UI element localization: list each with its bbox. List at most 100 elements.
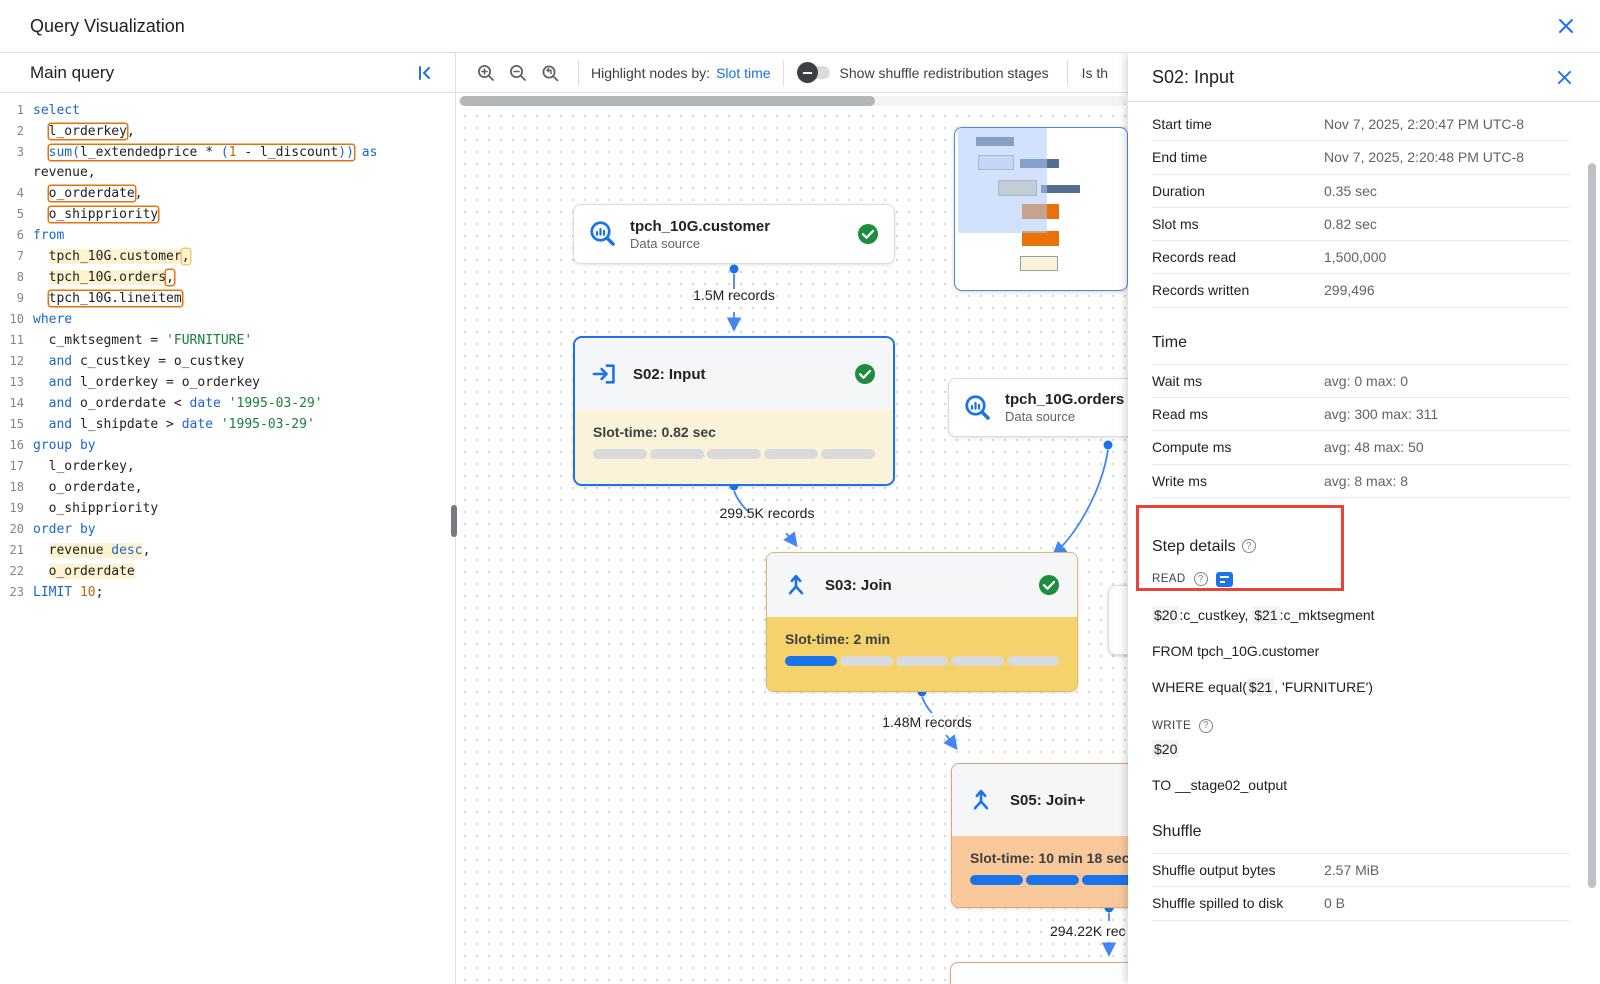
code-line: 6from xyxy=(4,225,451,246)
write-step-lines: $20 TO __stage02_output xyxy=(1152,741,1570,793)
main-query-title: Main query xyxy=(30,63,409,83)
collapse-panel-button[interactable] xyxy=(409,57,441,89)
highlight-mode-select[interactable]: Slot time xyxy=(716,65,770,81)
highlight-nodes-label: Highlight nodes by: xyxy=(591,65,710,81)
data-source-icon xyxy=(963,393,993,423)
node-subtitle: Data source xyxy=(1005,409,1143,424)
code-line: 11 c_mktsegment = 'FURNITURE' xyxy=(4,330,451,351)
splitter-drag-handle[interactable] xyxy=(451,505,457,537)
stage-slot-section: Slot-time: 0.82 sec xyxy=(575,410,893,484)
code-line: 17 l_orderkey, xyxy=(4,456,451,477)
node-tpch-10g-orders[interactable]: tpch_10G.orders Data source xyxy=(948,378,1158,437)
input-stage-icon xyxy=(591,361,617,387)
success-check-icon xyxy=(856,222,880,246)
node-title: tpch_10G.customer xyxy=(630,218,856,235)
help-icon[interactable]: ? xyxy=(1199,719,1213,733)
main-query-header: Main query xyxy=(0,53,455,93)
edge-label-records: 299.5K records xyxy=(692,505,842,521)
minimap-viewport[interactable] xyxy=(958,128,1047,233)
stage-summary-table: Start timeNov 7, 2025, 2:20:47 PM UTC-8E… xyxy=(1152,108,1570,308)
code-line: revenue, xyxy=(4,163,451,183)
code-line: 10where xyxy=(4,309,451,330)
step-detail-line: WHERE equal($21, 'FURNITURE') xyxy=(1152,679,1570,695)
close-visualization-button[interactable] xyxy=(1550,10,1582,42)
toggle-knob xyxy=(797,62,818,83)
minimap-node xyxy=(1020,256,1058,271)
stage-details-title: S02: Input xyxy=(1152,67,1548,88)
top-bar: Query Visualization xyxy=(0,0,1600,53)
detail-row: End timeNov 7, 2025, 2:20:48 PM UTC-8 xyxy=(1152,141,1570,174)
canvas-hscrollbar[interactable] xyxy=(458,96,1126,106)
step-detail-line: TO __stage02_output xyxy=(1152,777,1570,793)
help-icon[interactable]: ? xyxy=(1242,539,1256,553)
code-line: 3 sum(l_extendedprice * (1 - l_discount)… xyxy=(4,142,451,163)
node-s03-join[interactable]: S03: Join Slot-time: 2 min xyxy=(766,552,1078,692)
code-line: 23LIMIT 10; xyxy=(4,582,451,603)
read-step-lines: $20:c_custkey, $21:c_mktsegment FROM tpch… xyxy=(1152,607,1570,695)
read-step-caption: READ ? xyxy=(1152,572,1570,587)
join-merge-icon xyxy=(968,787,994,813)
code-line: 16group by xyxy=(4,435,451,456)
help-icon[interactable]: ? xyxy=(1194,572,1208,586)
detail-row: Start timeNov 7, 2025, 2:20:47 PM UTC-8 xyxy=(1152,108,1570,141)
close-details-button[interactable] xyxy=(1548,61,1580,93)
step-details-heading: Step details? xyxy=(1152,538,1570,556)
data-source-icon xyxy=(588,219,618,249)
success-check-icon xyxy=(1037,573,1061,597)
detail-row: Records read1,500,000 xyxy=(1152,241,1570,274)
code-line: 4 o_orderdate, xyxy=(4,183,451,204)
dag-minimap[interactable] xyxy=(954,127,1128,291)
panel-splitter[interactable] xyxy=(455,53,456,984)
feedback-link[interactable]: Is th xyxy=(1082,65,1122,81)
stage-details-body[interactable]: Start timeNov 7, 2025, 2:20:47 PM UTC-8E… xyxy=(1128,102,1600,982)
toolbar-divider xyxy=(1067,60,1068,86)
code-line: 22 o_orderdate xyxy=(4,561,451,582)
stage-slot-section: Slot-time: 2 min xyxy=(767,617,1077,691)
detail-row: Records written299,496 xyxy=(1152,274,1570,307)
details-vscrollbar-thumb[interactable] xyxy=(1588,163,1596,888)
detail-row: Read msavg: 300 max: 311 xyxy=(1152,398,1570,431)
time-section-heading: Time xyxy=(1152,334,1570,352)
code-line: 21 revenue desc, xyxy=(4,540,451,561)
code-line: 19 o_shippriority xyxy=(4,498,451,519)
zoom-reset-icon xyxy=(540,63,560,83)
zoom-reset-button[interactable] xyxy=(534,57,566,89)
edge-label-records: 1.5M records xyxy=(659,287,809,303)
minimap-node xyxy=(1022,231,1059,246)
code-line: 12 and c_custkey = o_custkey xyxy=(4,351,451,372)
slot-time-label: Slot-time: 0.82 sec xyxy=(593,424,875,440)
code-line: 8 tpch_10G.orders, xyxy=(4,267,451,288)
zoom-in-icon xyxy=(476,63,496,83)
node-tpch-10g-customer[interactable]: tpch_10G.customer Data source xyxy=(573,204,895,264)
shuffle-section-heading: Shuffle xyxy=(1152,823,1570,841)
code-line: 5 o_shippriority xyxy=(4,204,451,225)
sql-code-editor[interactable]: 1select2 l_orderkey,3 sum(l_extendedpric… xyxy=(0,93,455,603)
zoom-out-icon xyxy=(508,63,528,83)
code-line: 1select xyxy=(4,100,451,121)
canvas-hscrollbar-thumb[interactable] xyxy=(460,96,875,106)
stage-details-panel: S02: Input Start timeNov 7, 2025, 2:20:4… xyxy=(1128,53,1600,984)
detail-row: Duration0.35 sec xyxy=(1152,175,1570,208)
node-s02-input[interactable]: S02: Input Slot-time: 0.82 sec xyxy=(573,336,895,486)
close-icon xyxy=(1558,18,1574,34)
step-detail-line: FROM tpch_10G.customer xyxy=(1152,643,1570,659)
detail-row: Shuffle spilled to disk0 B xyxy=(1152,887,1570,920)
code-line: 7 tpch_10G.customer, xyxy=(4,246,451,267)
code-line: 13 and l_orderkey = o_orderkey xyxy=(4,372,451,393)
code-line: 14 and o_orderdate < date '1995-03-29' xyxy=(4,393,451,414)
zoom-out-button[interactable] xyxy=(502,57,534,89)
read-columns-icon xyxy=(1216,572,1233,587)
zoom-in-button[interactable] xyxy=(470,57,502,89)
join-merge-icon xyxy=(783,572,809,598)
shuffle-table: Shuffle output bytes2.57 MiBShuffle spil… xyxy=(1152,853,1570,921)
success-check-icon xyxy=(853,362,877,386)
shuffle-stages-toggle[interactable] xyxy=(800,66,830,79)
step-detail-line: $20 xyxy=(1152,741,1570,757)
step-detail-line: $20:c_custkey, $21:c_mktsegment xyxy=(1152,607,1570,623)
toolbar-divider xyxy=(578,60,579,86)
stage-details-header: S02: Input xyxy=(1128,53,1600,102)
node-subtitle: Data source xyxy=(630,236,856,251)
page-title: Query Visualization xyxy=(30,16,185,37)
edge-label-records: 1.48M records xyxy=(847,714,1007,730)
collapse-left-icon xyxy=(415,63,435,83)
